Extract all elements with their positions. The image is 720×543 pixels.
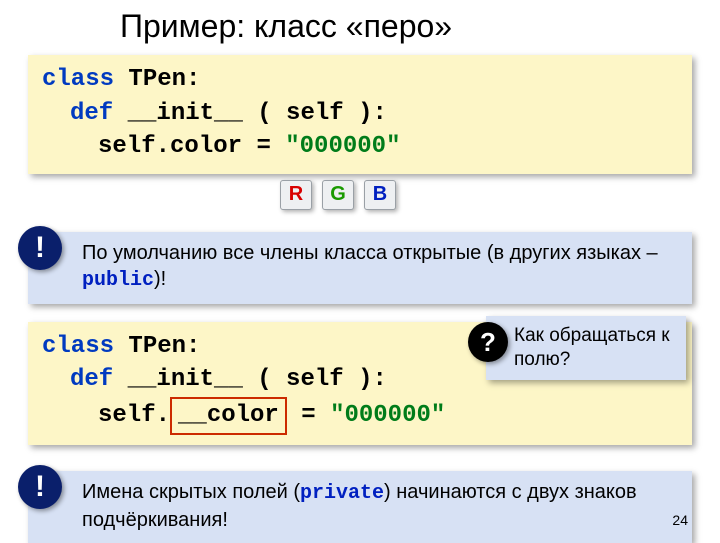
class-name: TPen: xyxy=(128,66,200,93)
self-ref: self. xyxy=(98,402,170,429)
page-number: 24 xyxy=(672,512,688,528)
self-ref: self. xyxy=(98,133,170,160)
kw-class: class xyxy=(42,333,114,360)
kw-private: private xyxy=(300,482,384,505)
code-block-1: class TPen: def __init__ ( self ): self.… xyxy=(28,55,692,174)
method-params: ( self ): xyxy=(257,100,387,127)
side-note-text: Как обращаться к полю? xyxy=(514,325,670,370)
method-name: __init__ xyxy=(128,366,243,393)
private-field-box: __color xyxy=(170,397,287,435)
kw-def: def xyxy=(70,100,113,127)
method-name: __init__ xyxy=(128,100,243,127)
kw-class: class xyxy=(42,66,114,93)
note-public: ! По умолчанию все члены класса открытые… xyxy=(28,232,692,304)
exclaim-icon: ! xyxy=(18,226,62,270)
exclaim-icon: ! xyxy=(18,465,62,509)
method-params: ( self ): xyxy=(257,366,387,393)
question-icon: ? xyxy=(468,322,508,362)
class-name: TPen: xyxy=(128,333,200,360)
rgb-annotation: R G B xyxy=(0,180,720,218)
slide-title: Пример: класс «перо» xyxy=(0,0,720,55)
note-text-pre: По умолчанию все члены класса открытые (… xyxy=(82,242,658,264)
rgb-chip-r: R xyxy=(280,180,312,210)
rgb-chip-b: B xyxy=(364,180,396,210)
note-text-pre: Имена скрытых полей ( xyxy=(82,481,300,503)
note-private: ! Имена скрытых полей (private) начинают… xyxy=(28,471,692,543)
note-text-post: )! xyxy=(154,268,166,290)
kw-public: public xyxy=(82,269,154,292)
string-literal: "000000" xyxy=(330,402,445,429)
op-eq: = xyxy=(256,133,270,160)
string-literal: "000000" xyxy=(285,133,400,160)
side-note-question: ? Как обращаться к полю? xyxy=(486,316,686,380)
kw-def: def xyxy=(70,366,113,393)
op-eq: = xyxy=(301,402,315,429)
field-name: color xyxy=(170,133,242,160)
rgb-chip-g: G xyxy=(322,180,354,210)
